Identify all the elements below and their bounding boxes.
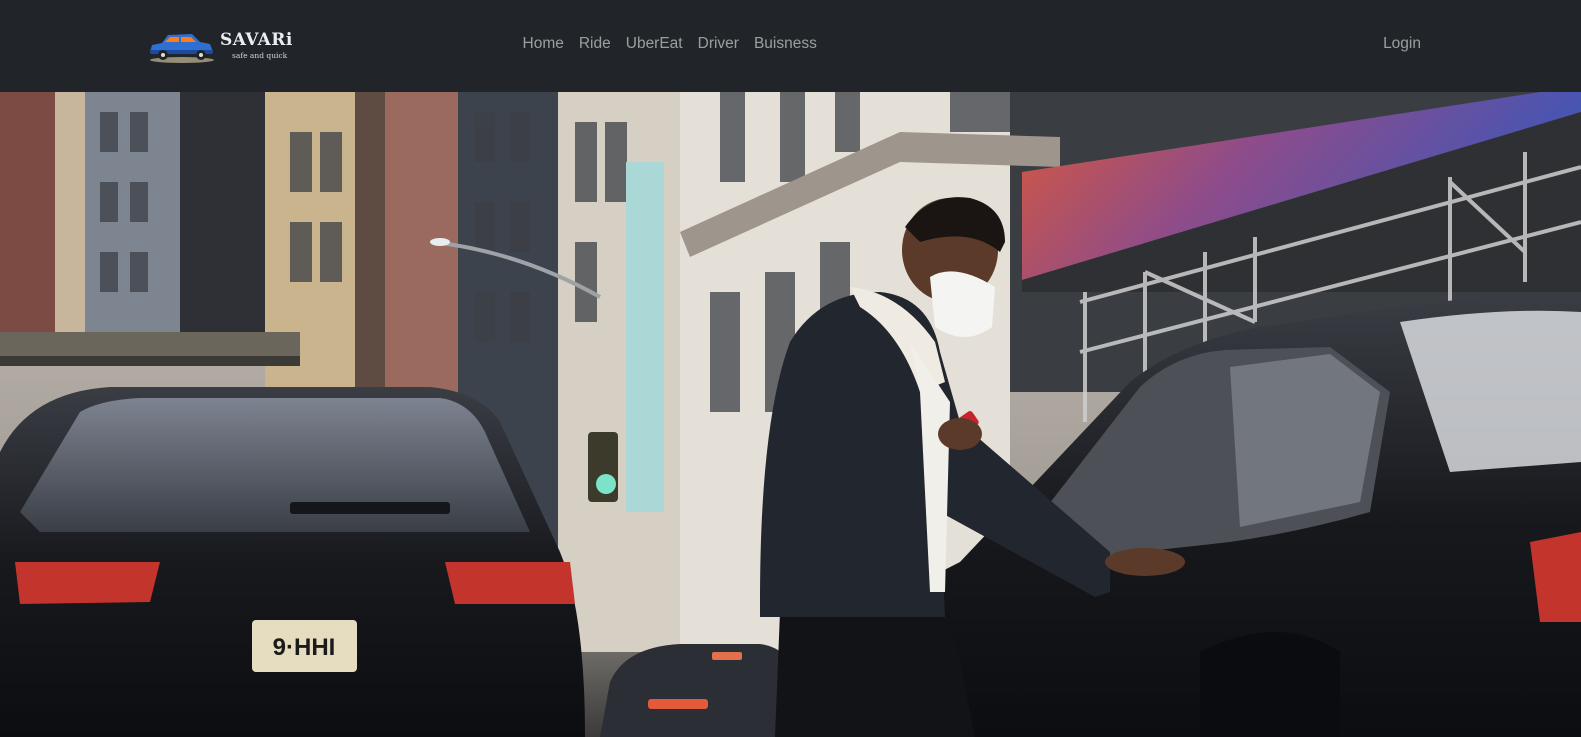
login-link[interactable]: Login bbox=[1383, 35, 1421, 53]
brand-name: SAVARi bbox=[220, 30, 293, 51]
nav-driver[interactable]: Driver bbox=[690, 33, 746, 55]
main-nav: Home Ride UberEat Driver Buisness bbox=[515, 33, 824, 55]
hero-photo: 9·HHI bbox=[0, 92, 1581, 737]
brand-tagline: safe and quick bbox=[232, 51, 288, 61]
nav-home[interactable]: Home bbox=[515, 33, 571, 55]
nav-ride[interactable]: Ride bbox=[571, 33, 618, 55]
hero-image: 9·HHI bbox=[0, 92, 1581, 737]
brand-logo[interactable]: SAVARi safe and quick bbox=[146, 28, 293, 64]
nav-ubereat[interactable]: UberEat bbox=[618, 33, 690, 55]
navbar: SAVARi safe and quick Home Ride UberEat … bbox=[0, 0, 1581, 92]
car-icon bbox=[150, 34, 214, 63]
license-plate-text: 9·HHI bbox=[273, 634, 336, 661]
nav-business[interactable]: Buisness bbox=[746, 33, 824, 55]
brand-text: SAVARi safe and quick bbox=[220, 32, 293, 60]
